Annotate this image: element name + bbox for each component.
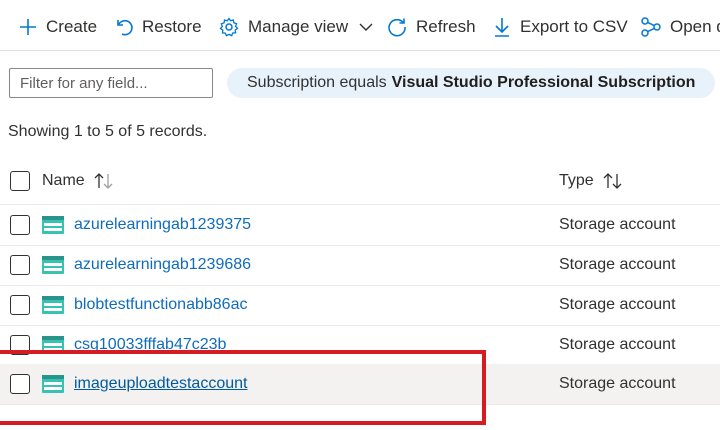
open-query-label: Open q — [670, 17, 720, 36]
subscription-filter-pill[interactable]: Subscription equals Visual Studio Profes… — [227, 68, 716, 98]
resource-type: Storage account — [559, 216, 676, 233]
create-button[interactable]: Create — [18, 12, 97, 42]
refresh-label: Refresh — [416, 17, 476, 36]
column-name-label: Name — [42, 172, 85, 189]
sort-icon[interactable] — [93, 172, 115, 190]
resource-name-link[interactable]: csg10033fffab47c23b — [74, 336, 226, 354]
row-checkbox[interactable] — [10, 335, 30, 355]
table-row[interactable]: azurelearningab1239686 Storage account — [0, 245, 720, 286]
manage-view-label: Manage view — [248, 17, 349, 36]
table-row[interactable]: imageuploadtestaccount Storage account — [0, 364, 720, 405]
chevron-down-icon — [359, 23, 373, 31]
storage-account-icon — [42, 336, 64, 354]
share-icon — [641, 17, 661, 37]
row-checkbox[interactable] — [10, 295, 30, 315]
create-label: Create — [46, 17, 98, 36]
resource-name-link[interactable]: azurelearningab1239686 — [74, 256, 251, 274]
table-header: Name Type — [0, 160, 720, 205]
row-checkbox[interactable] — [10, 374, 30, 394]
storage-account-icon — [42, 216, 64, 234]
column-header-type[interactable]: Type — [559, 172, 624, 190]
command-bar: Create Restore Manage view Refresh Expor… — [0, 0, 720, 51]
filter-input[interactable] — [9, 68, 213, 98]
refresh-icon — [388, 18, 406, 37]
column-header-name[interactable]: Name — [42, 172, 115, 190]
row-checkbox[interactable] — [10, 255, 30, 275]
filter-pill-prefix: Subscription equals — [247, 74, 387, 91]
download-icon — [495, 18, 509, 37]
export-csv-label: Export to CSV — [520, 17, 628, 36]
table-row[interactable]: azurelearningab1239375 Storage account — [0, 205, 720, 246]
storage-account-icon — [42, 296, 64, 314]
filter-pill-value: Visual Studio Professional Subscription — [391, 74, 696, 91]
resource-name-link[interactable]: imageuploadtestaccount — [74, 375, 247, 393]
restore-label: Restore — [142, 17, 202, 36]
refresh-button[interactable]: Refresh — [386, 12, 476, 42]
table-row[interactable]: blobtestfunctionabb86ac Storage account — [0, 285, 720, 326]
record-count: Showing 1 to 5 of 5 records. — [8, 123, 208, 140]
manage-view-button[interactable]: Manage view — [218, 12, 374, 42]
resource-type: Storage account — [559, 375, 676, 392]
restore-button[interactable]: Restore — [114, 12, 202, 42]
resource-type: Storage account — [559, 296, 676, 313]
resource-name-link[interactable]: blobtestfunctionabb86ac — [74, 296, 247, 314]
resource-type: Storage account — [559, 336, 676, 353]
column-type-label: Type — [559, 172, 594, 189]
table-row[interactable]: csg10033fffab47c23b Storage account — [0, 325, 720, 366]
undo-icon — [117, 19, 133, 36]
gear-icon — [219, 17, 239, 37]
export-csv-button[interactable]: Export to CSV — [492, 12, 628, 42]
resource-name-link[interactable]: azurelearningab1239375 — [74, 216, 251, 234]
row-checkbox[interactable] — [10, 215, 30, 235]
plus-icon — [20, 19, 36, 35]
storage-account-icon — [42, 256, 64, 274]
select-all-checkbox[interactable] — [10, 171, 30, 191]
resource-type: Storage account — [559, 256, 676, 273]
sort-icon[interactable] — [602, 172, 624, 190]
open-query-button[interactable]: Open q — [640, 12, 720, 42]
storage-account-icon — [42, 375, 64, 393]
